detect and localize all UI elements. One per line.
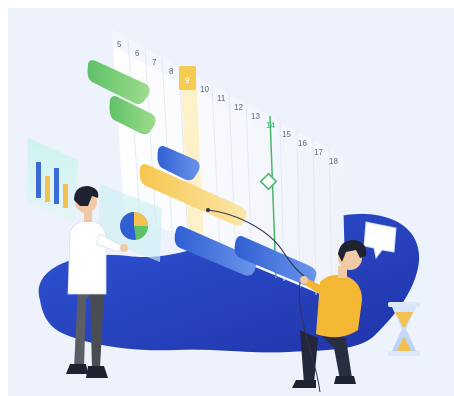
date-14: 14 bbox=[266, 121, 275, 130]
bar-chart-panel bbox=[26, 138, 78, 224]
date-10: 10 bbox=[200, 85, 209, 94]
date-13: 13 bbox=[251, 112, 260, 121]
date-8: 8 bbox=[169, 67, 174, 76]
date-11: 11 bbox=[217, 94, 226, 103]
date-9: 9 bbox=[185, 76, 190, 85]
date-17: 17 bbox=[314, 148, 323, 157]
illustration-canvas: 5 6 7 8 9 10 11 12 13 14 15 16 17 18 ···… bbox=[26, 30, 420, 393]
date-12: 12 bbox=[234, 103, 243, 112]
bubble-line-1: ····· bbox=[370, 231, 375, 235]
bubble-line-2: ······· bbox=[370, 239, 377, 243]
date-7: 7 bbox=[152, 58, 157, 67]
date-5: 5 bbox=[117, 40, 122, 49]
date-18: 18 bbox=[329, 157, 338, 166]
date-6: 6 bbox=[135, 49, 140, 58]
date-15: 15 bbox=[282, 130, 291, 139]
date-16: 16 bbox=[298, 139, 307, 148]
illustration: 5 6 7 8 9 10 11 12 13 14 15 16 17 18 ···… bbox=[0, 0, 454, 396]
